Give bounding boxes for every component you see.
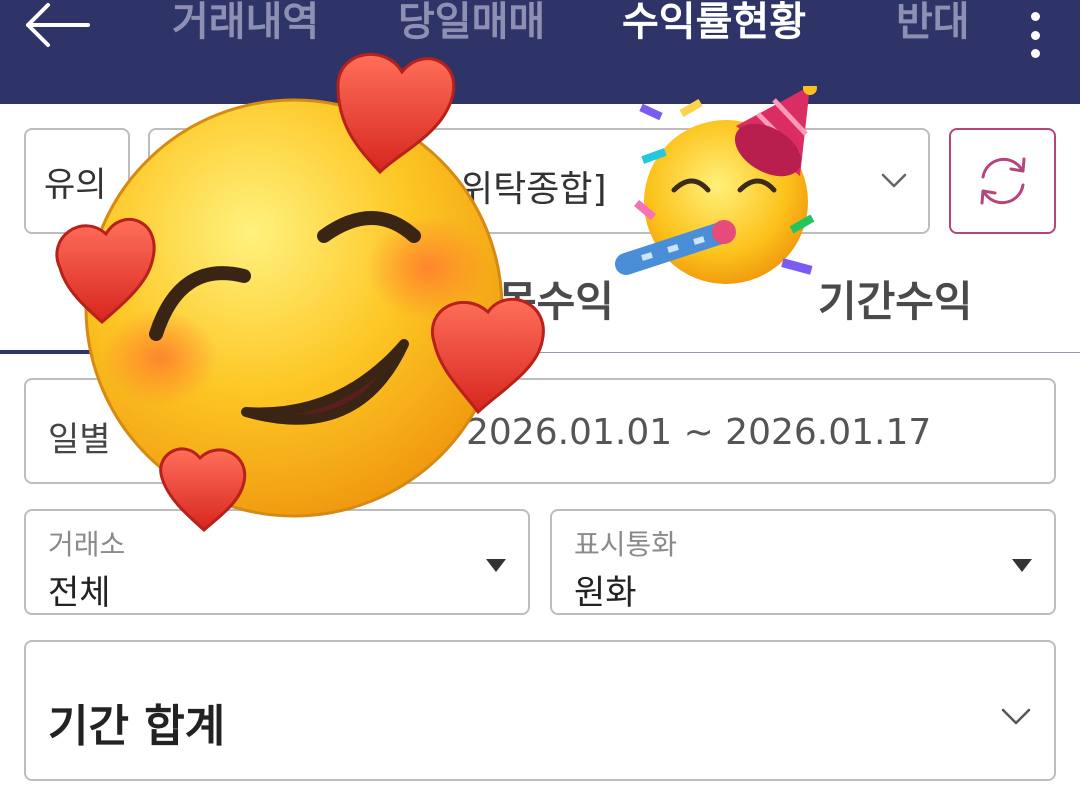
tab-return-status[interactable]: 수익률현황: [622, 0, 806, 50]
currency-select[interactable]: 표시통화 원화: [550, 509, 1056, 615]
refresh-button[interactable]: [949, 128, 1056, 234]
exchange-value: 전체: [48, 573, 111, 613]
more-vertical-icon: [1030, 12, 1040, 21]
partying-face-emoji: [615, 86, 817, 284]
currency-value: 원화: [574, 573, 637, 613]
chevron-down-icon: [1001, 708, 1031, 725]
dropdown-triangle-icon: [486, 559, 506, 572]
currency-label: 표시통화: [574, 528, 678, 561]
period-total-title: 기간 합계: [48, 701, 226, 752]
smiling-face-with-hearts-emoji: [55, 53, 545, 532]
more-menu-button[interactable]: [1020, 12, 1050, 58]
chevron-down-icon: [881, 173, 907, 188]
tab-period-returns[interactable]: 기간수익: [818, 268, 973, 329]
period-total-accordion[interactable]: 기간 합계: [24, 640, 1056, 781]
dropdown-triangle-icon: [1012, 559, 1032, 572]
refresh-icon: [980, 157, 1025, 205]
tab-opposite[interactable]: 반대: [896, 0, 970, 50]
